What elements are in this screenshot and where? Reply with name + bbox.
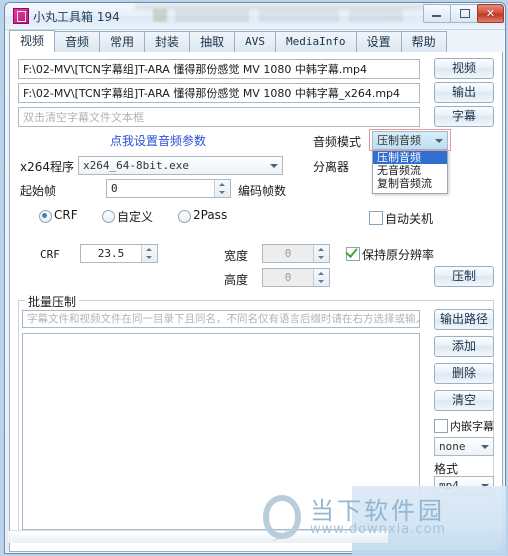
stepper-down-icon [219, 191, 225, 194]
select-video-button[interactable]: 视频 [434, 58, 494, 79]
batch-group-caption: 批量压制 [25, 293, 80, 310]
audio-mode-label: 音频模式 [313, 135, 362, 149]
start-frame-spinner[interactable]: 0 [106, 179, 231, 198]
stepper-down-icon [318, 256, 324, 259]
tab-extract[interactable]: 抽取 [189, 31, 236, 52]
select-output-button[interactable]: 输出 [434, 82, 494, 103]
subtitle-file-field[interactable]: 双击清空字幕文件文本框 [18, 107, 420, 127]
batch-path-field[interactable]: 字幕文件和视频文件在同一目录下且同名，不同名仅有语言后缀时请在右方选择或输入 [22, 310, 420, 328]
audio-mode-option-0[interactable]: 压制音频 [373, 151, 447, 164]
select-subtitle-button[interactable]: 字幕 [434, 106, 494, 127]
video-tab-panel: F:\02-MV\[TCN字幕组]T-ARA 懂得那份感觉 MV 1080 中韩… [9, 52, 503, 552]
background-window-artifact [153, 9, 403, 22]
audio-mode-dropdown-list[interactable]: 压制音频 无音频流 复制音频流 [372, 150, 448, 194]
chevron-down-icon [270, 164, 278, 168]
frame-count-label: 编码帧数 [238, 184, 287, 198]
tab-bar: 视频 音频 常用 封装 抽取 AVS MediaInfo 设置 帮助 [9, 30, 501, 53]
height-label: 高度 [224, 273, 249, 287]
chevron-down-icon [435, 139, 443, 143]
encode-button[interactable]: 压制 [434, 266, 494, 287]
stepper-up-icon [318, 272, 324, 275]
crf-spinner[interactable]: 23.5 [80, 244, 158, 263]
demuxer-label: 分离器 [313, 160, 350, 174]
output-path-button[interactable]: 输出路径 [434, 309, 494, 330]
tab-common[interactable]: 常用 [99, 31, 146, 52]
embed-subtitle-checkbox[interactable]: 内嵌字幕 [434, 418, 494, 434]
stepper-up-icon [219, 183, 225, 186]
crf-label: CRF [40, 248, 60, 261]
tab-help[interactable]: 帮助 [400, 31, 447, 52]
maximize-button[interactable] [450, 4, 478, 23]
height-stepper[interactable] [313, 269, 329, 286]
tab-avs[interactable]: AVS [234, 31, 276, 52]
audio-mode-option-1[interactable]: 无音频流 [373, 164, 447, 177]
minimize-button[interactable] [423, 4, 451, 23]
crf-value: 23.5 [97, 247, 125, 260]
x264-program-label: x264程序 [20, 160, 75, 174]
audio-mode-option-2[interactable]: 复制音频流 [373, 177, 447, 190]
height-value: 0 [284, 271, 292, 284]
batch-file-list[interactable] [22, 333, 420, 530]
delete-button[interactable]: 删除 [434, 363, 494, 384]
tab-mediainfo[interactable]: MediaInfo [274, 31, 357, 52]
mode-custom-radio[interactable]: 自定义 [102, 208, 153, 225]
audio-params-link[interactable]: 点我设置音频参数 [110, 132, 206, 149]
close-icon: ✕ [485, 7, 496, 20]
stepper-up-icon [318, 248, 324, 251]
mode-crf-radio[interactable]: CRF [39, 208, 78, 223]
height-spinner[interactable]: 0 [262, 268, 330, 287]
stepper-down-icon [146, 256, 152, 259]
start-frame-label: 起始帧 [20, 184, 57, 198]
input-file-field[interactable]: F:\02-MV\[TCN字幕组]T-ARA 懂得那份感觉 MV 1080 中韩… [18, 59, 420, 79]
mode-2pass-radio[interactable]: 2Pass [178, 208, 227, 223]
width-stepper[interactable] [313, 245, 329, 262]
audio-mode-value: 压制音频 [377, 134, 421, 147]
format-combobox[interactable]: mp4 [434, 476, 494, 495]
format-label: 格式 [434, 462, 459, 476]
add-button[interactable]: 添加 [434, 336, 494, 357]
crf-stepper[interactable] [141, 245, 157, 262]
start-frame-value: 0 [111, 182, 118, 195]
minimize-icon [432, 15, 441, 17]
chevron-down-icon [481, 484, 489, 488]
subtitle-lang-value: none [439, 440, 466, 453]
chevron-down-icon [481, 445, 489, 449]
output-file-field[interactable]: F:\02-MV\[TCN字幕组]T-ARA 懂得那份感觉 MV 1080 中韩… [18, 83, 420, 103]
format-value: mp4 [439, 479, 459, 492]
tab-mux[interactable]: 封装 [144, 31, 191, 52]
width-spinner[interactable]: 0 [262, 244, 330, 263]
tab-video[interactable]: 视频 [9, 30, 56, 52]
stepper-down-icon [318, 280, 324, 283]
width-value: 0 [284, 247, 292, 260]
window-title: 小丸工具箱 194 [33, 10, 120, 24]
tab-settings[interactable]: 设置 [355, 31, 402, 52]
title-bar: 小丸工具箱 194 ✕ [5, 3, 505, 30]
clear-button[interactable]: 清空 [434, 390, 494, 411]
x264-program-value: x264_64-8bit.exe [83, 159, 189, 172]
close-button[interactable]: ✕ [477, 4, 504, 23]
maximize-icon [460, 9, 470, 18]
width-label: 宽度 [224, 249, 249, 263]
keep-aspect-checkbox[interactable]: 保持原分辨率 [346, 246, 434, 263]
tab-audio[interactable]: 音频 [54, 31, 101, 52]
start-frame-stepper[interactable] [214, 180, 230, 197]
app-window: 小丸工具箱 194 ✕ 视频 音频 常用 封装 抽取 AVS MediaInfo… [4, 2, 506, 554]
stepper-up-icon [146, 248, 152, 251]
app-logo-icon [13, 8, 29, 24]
audio-mode-combobox[interactable]: 压制音频 [372, 131, 448, 150]
subtitle-lang-combobox[interactable]: none [434, 437, 494, 456]
x264-program-combobox[interactable]: x264_64-8bit.exe [78, 156, 283, 175]
auto-shutdown-checkbox[interactable]: 自动关机 [369, 210, 433, 227]
